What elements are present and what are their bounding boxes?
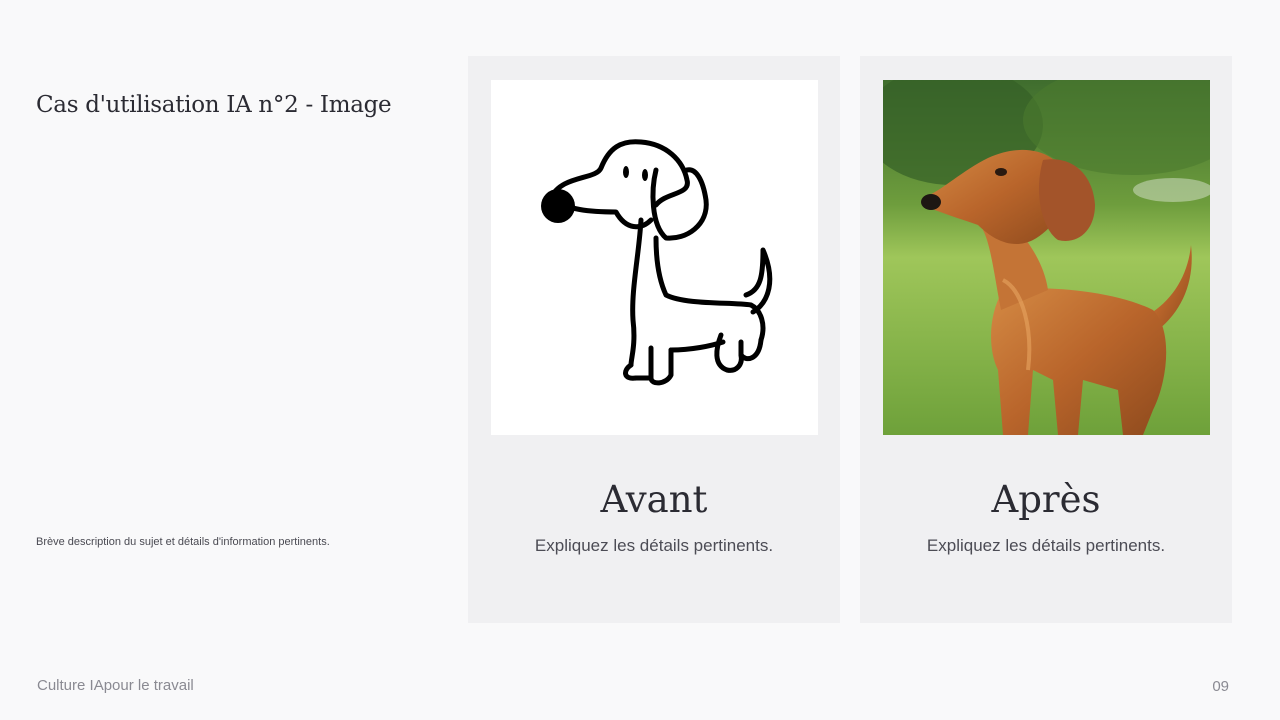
before-text: Expliquez les détails pertinents. [534,536,774,555]
after-heading: Après [991,478,1101,521]
dachshund-photo [883,80,1210,435]
before-image[interactable] [491,80,818,435]
footer-label: Culture IApour le travail [37,677,194,694]
after-card: Après Expliquez les détails pertinents. [860,56,1232,623]
page-number: 09 [1212,678,1229,695]
after-text: Expliquez les détails pertinents. [926,536,1166,555]
dog-sketch-illustration [541,139,773,386]
slide-description: Brève description du sujet et détails d'… [36,536,330,548]
slide-title: Cas d'utilisation IA n°2 - Image [36,92,392,118]
before-heading: Avant [600,478,708,521]
before-card: Avant Expliquez les détails pertinents. [468,56,840,623]
slide: Cas d'utilisation IA n°2 - Image Brève d… [0,0,1280,720]
after-image[interactable] [883,80,1210,435]
